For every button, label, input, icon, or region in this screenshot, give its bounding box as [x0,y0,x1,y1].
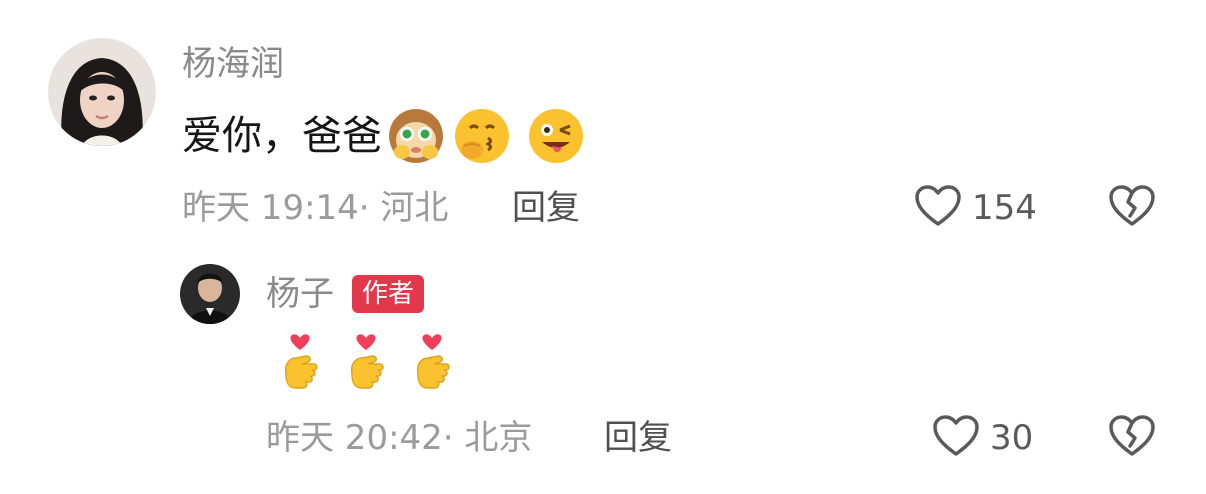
heart-outline-icon [932,414,980,462]
comment-thread: 杨海润 爱你，爸爸 昨天 19:14· 河北 回复 154 杨子 作者 昨天 2… [0,0,1206,494]
comment-time: 昨天 19:14 [182,188,359,228]
like-count: 30 [990,418,1034,458]
reply-emoji-row [276,334,456,392]
like-count: 154 [972,188,1037,228]
like-button[interactable]: 154 [914,184,1037,232]
comment-meta: 昨天 19:14· 河北 [182,188,448,228]
kiss-emoji [452,106,512,166]
comment-text: 爱你，爸爸 [182,113,382,159]
finger-heart-emoji [276,334,324,392]
broken-heart-icon [1108,185,1156,232]
avatar[interactable] [180,264,240,324]
reply-button[interactable]: 回复 [604,418,672,458]
comment-location: · 北京 [442,418,533,458]
comment-text-row: 爱你，爸爸 [182,106,586,166]
reply-header: 杨子 作者 [266,274,425,314]
dislike-button[interactable] [1108,414,1156,462]
dislike-button[interactable] [1108,184,1156,232]
finger-heart-emoji [342,334,390,392]
finger-heart-emoji [408,334,456,392]
shy-monkey-emoji [386,106,446,166]
like-button[interactable]: 30 [932,414,1033,462]
tongue-wink-emoji [526,106,586,166]
comment-author[interactable]: 杨子 [266,274,334,314]
author-badge: 作者 [352,275,425,313]
heart-outline-icon [914,184,962,232]
reply-button[interactable]: 回复 [512,188,580,228]
avatar[interactable] [48,38,156,146]
comment-time: 昨天 20:42 [266,418,443,458]
comment-meta: 昨天 20:42· 北京 [266,418,532,458]
comment-location: · 河北 [358,188,449,228]
broken-heart-icon [1108,415,1156,462]
comment-author[interactable]: 杨海润 [182,44,284,84]
